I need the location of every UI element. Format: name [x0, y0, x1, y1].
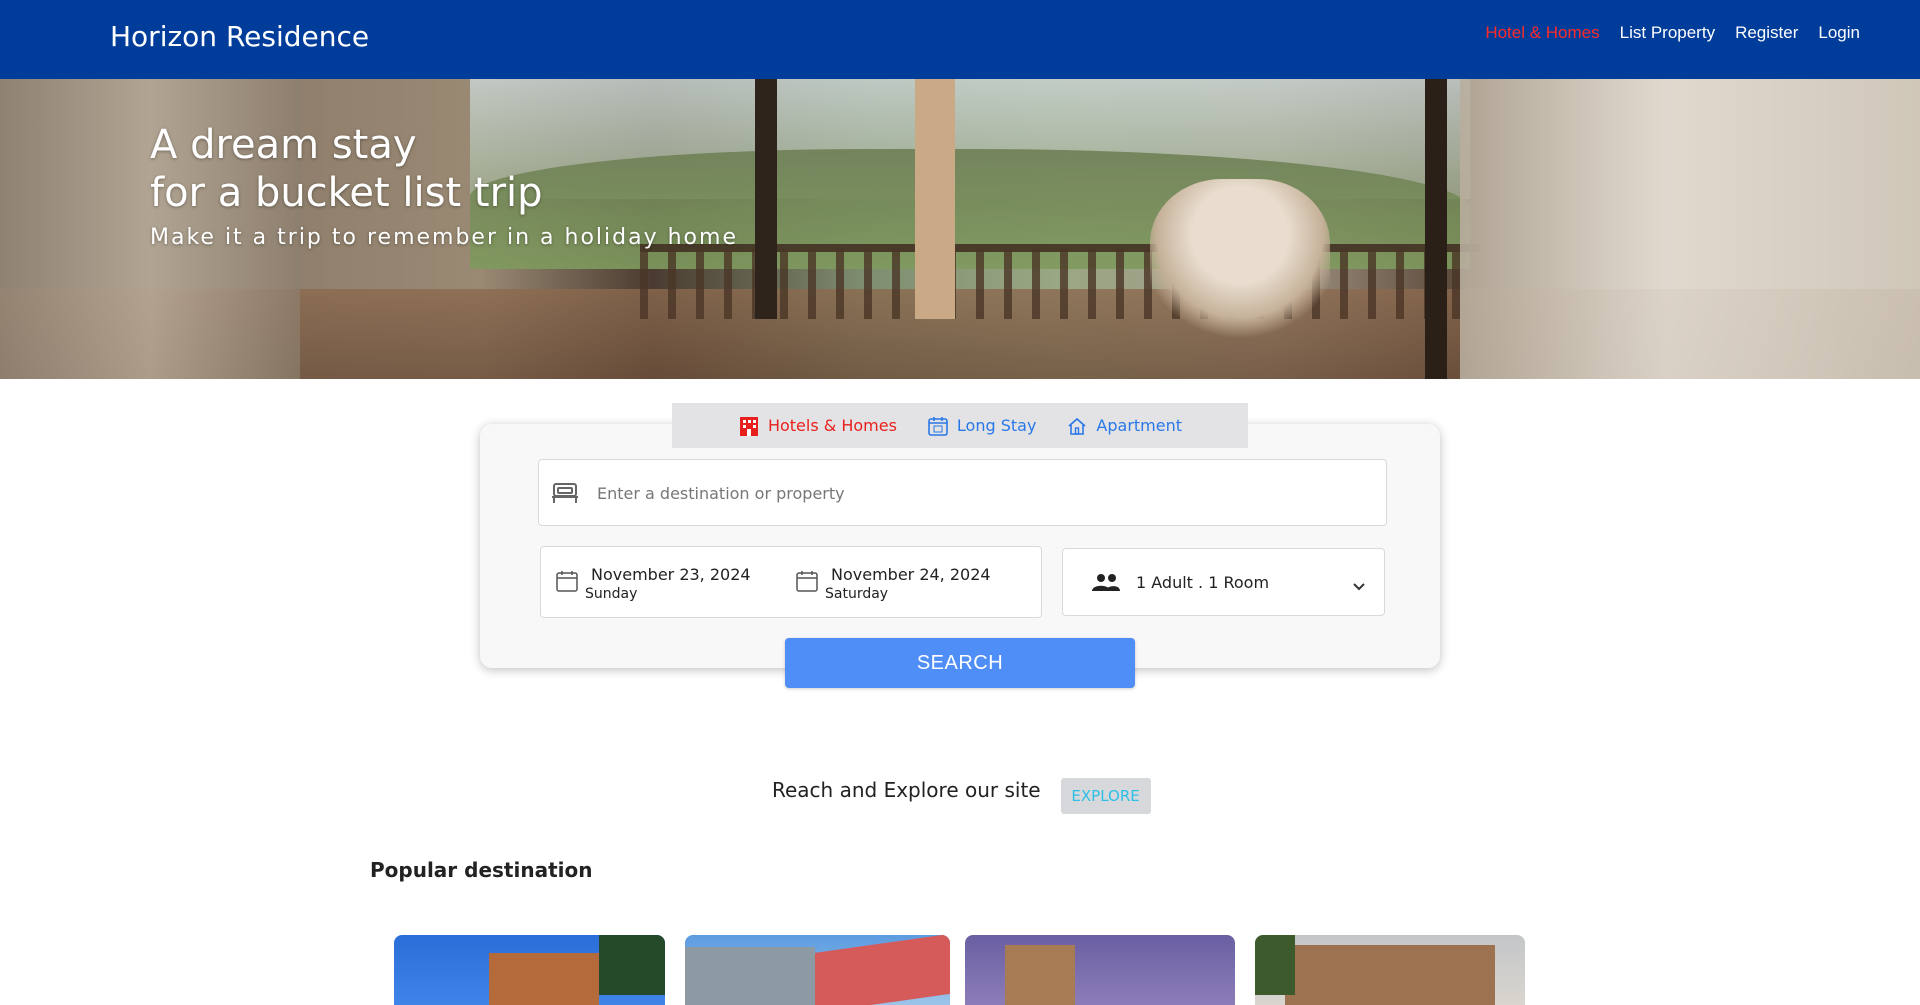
roof-image: [815, 935, 950, 1005]
checkout-day-text: Saturday: [825, 586, 889, 602]
nav-link-login[interactable]: Login: [1818, 23, 1860, 43]
guests-rooms-select[interactable]: 1 Adult . 1 Room: [1062, 548, 1385, 616]
search-button[interactable]: SEARCH: [785, 638, 1135, 688]
tab-long-stay[interactable]: Long Stay: [927, 415, 1037, 437]
calendar-icon: [555, 569, 579, 597]
hero-title: A dream stay for a bucket list trip: [150, 121, 738, 217]
building-image: [1285, 945, 1495, 1005]
nav-link-register[interactable]: Register: [1735, 23, 1798, 43]
calendar-icon: [927, 415, 949, 437]
hero-subtitle: Make it a trip to remember in a holiday …: [150, 225, 738, 250]
tab-label: Apartment: [1096, 416, 1183, 435]
building-image: [1005, 945, 1075, 1005]
date-range-picker: November 23, 2024 Sunday November 24, 20…: [540, 546, 1042, 618]
calendar-icon: [795, 569, 819, 597]
chevron-down-icon: [1352, 577, 1366, 596]
hotel-icon: [738, 415, 760, 437]
explore-button[interactable]: EXPLORE: [1060, 778, 1151, 814]
hero-couple-figure: [1150, 179, 1330, 339]
nav-link-list-property[interactable]: List Property: [1620, 23, 1715, 43]
hero-banner: A dream stay for a bucket list trip Make…: [0, 79, 1920, 379]
brand-logo[interactable]: Horizon Residence: [110, 20, 369, 53]
checkin-day-text: Sunday: [585, 586, 638, 602]
nav-link-hotel-homes[interactable]: Hotel & Homes: [1485, 23, 1599, 43]
building-image: [489, 953, 599, 1005]
destination-card[interactable]: [965, 935, 1235, 1005]
destination-card[interactable]: [394, 935, 665, 1005]
search-tabs: Hotels & Homes Long Stay Apartment: [672, 403, 1248, 448]
home-icon: [1066, 415, 1088, 437]
hero-title-line1: A dream stay: [150, 122, 417, 168]
tab-hotels-homes[interactable]: Hotels & Homes: [738, 415, 897, 437]
tree-image: [599, 935, 665, 995]
tab-label: Hotels & Homes: [767, 416, 897, 435]
hero-post: [1425, 79, 1447, 379]
checkin-date-text: November 23, 2024: [591, 565, 751, 584]
hero-curtain-right: [1460, 79, 1920, 379]
tab-apartment[interactable]: Apartment: [1066, 415, 1182, 437]
tree-image: [1255, 935, 1295, 995]
checkout-date-text: November 24, 2024: [831, 565, 991, 584]
explore-text: Reach and Explore our site: [772, 778, 1041, 802]
hero-title-line2: for a bucket list trip: [150, 170, 543, 216]
bed-icon: [551, 480, 579, 510]
popular-destination-title: Popular destination: [370, 858, 593, 882]
people-icon: [1091, 573, 1121, 597]
tab-label: Long Stay: [956, 416, 1037, 435]
destination-card[interactable]: [685, 935, 950, 1005]
hero-post: [915, 79, 955, 319]
building-image: [685, 947, 815, 1005]
destination-field[interactable]: [538, 459, 1387, 526]
hero-text: A dream stay for a bucket list trip Make…: [150, 121, 738, 250]
nav-links: Hotel & Homes List Property Register Log…: [1485, 23, 1860, 43]
guests-text: 1 Adult . 1 Room: [1136, 573, 1270, 592]
destination-input[interactable]: [597, 472, 1367, 514]
navbar: Horizon Residence Hotel & Homes List Pro…: [0, 0, 1920, 79]
destination-card[interactable]: [1255, 935, 1525, 1005]
hero-post: [755, 79, 777, 319]
explore-section: Reach and Explore our site EXPLORE: [772, 766, 1151, 814]
